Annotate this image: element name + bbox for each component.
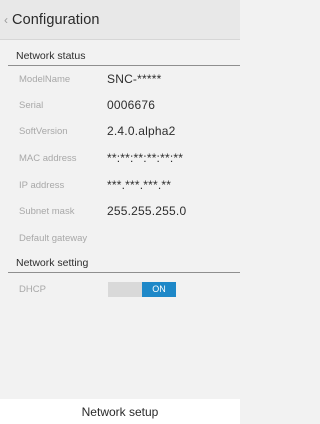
row-label: MAC address: [19, 152, 77, 164]
toggle-on-indicator: ON: [142, 281, 176, 297]
status-row-softversion: SoftVersion 2.4.0.alpha2: [0, 118, 240, 144]
app-bar: ‹ Configuration: [0, 0, 240, 40]
row-label: ModelName: [19, 73, 71, 85]
section-network-setting: Network setting: [8, 253, 240, 273]
network-setup-button[interactable]: Network setup: [0, 399, 240, 424]
row-label: IP address: [19, 179, 65, 191]
row-label: SoftVersion: [19, 125, 68, 137]
back-arrow-icon[interactable]: ‹: [2, 0, 10, 40]
row-value: 0006676: [107, 98, 156, 112]
status-row-ip-address: IP address ***.***.***.**: [0, 172, 240, 198]
dhcp-toggle[interactable]: ON: [108, 281, 176, 297]
row-value: 2.4.0.alpha2: [107, 124, 176, 138]
setting-row-dhcp: DHCP ON: [0, 276, 240, 302]
row-label: Serial: [19, 99, 44, 111]
status-row-default-gateway: Default gateway: [0, 225, 240, 251]
row-label: DHCP: [19, 283, 46, 295]
row-label: Default gateway: [19, 232, 88, 244]
status-row-modelname: ModelName SNC-*****: [0, 66, 240, 92]
row-value: 255.255.255.0: [107, 204, 187, 218]
status-row-mac-address: MAC address **:**:**:**:**:**: [0, 145, 240, 171]
row-value: **:**:**:**:**:**: [107, 151, 184, 165]
status-row-serial: Serial 0006676: [0, 92, 240, 118]
status-row-subnet-mask: Subnet mask 255.255.255.0: [0, 198, 240, 224]
section-network-status: Network status: [8, 46, 240, 66]
row-value: ***.***.***.**: [107, 178, 172, 192]
row-label: Subnet mask: [19, 205, 75, 217]
page-title: Configuration: [12, 11, 100, 28]
row-value: SNC-*****: [107, 72, 162, 86]
